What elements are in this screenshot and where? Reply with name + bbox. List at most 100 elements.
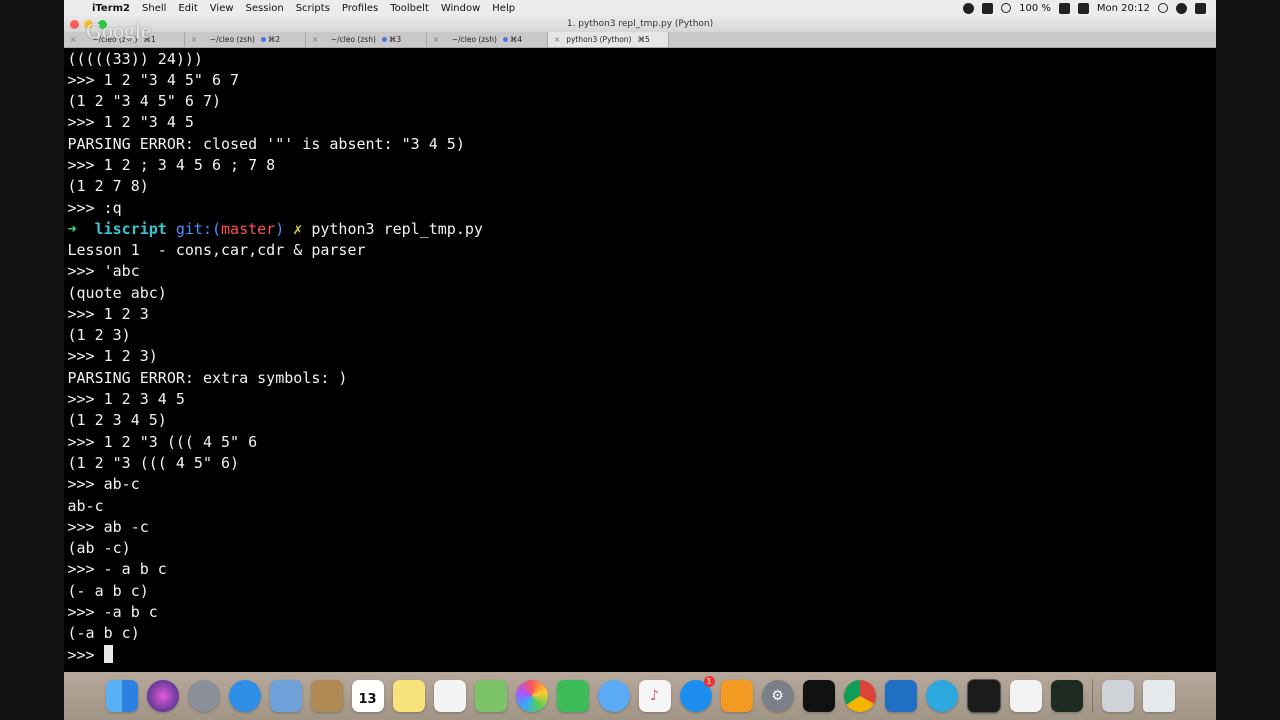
terminal-icon[interactable] — [966, 679, 1001, 713]
menu-view[interactable]: View — [204, 3, 240, 14]
activity-dot-icon — [381, 37, 387, 42]
tab-label: ~/cleo (zsh) — [209, 35, 255, 44]
terminal-line: >>> - a b c — [67, 560, 167, 578]
prompt-dirty-mark: ✗ — [293, 220, 303, 238]
telegram-status-icon[interactable] — [963, 2, 975, 14]
tab-shortcut: ⌘5 — [637, 35, 650, 44]
terminal-line: (1 2 3 4 5) — [67, 411, 167, 429]
terminal-line: >>> 1 2 "3 4 5" 6 7 — [67, 71, 240, 89]
menu-profiles[interactable]: Profiles — [336, 3, 384, 14]
menubar-clock[interactable]: Mon 20:12 — [1097, 3, 1150, 14]
intellij-icon[interactable] — [802, 680, 835, 712]
terminal-line: >>> 1 2 3) — [67, 347, 158, 365]
dock: 13 ♪ 1 ⚙ — [64, 672, 1216, 720]
tab-close-icon[interactable]: × — [554, 32, 560, 47]
terminal-line: (1 2 7 8) — [67, 177, 149, 195]
terminal-line: (- a b c) — [67, 582, 149, 600]
trash-icon[interactable] — [1142, 680, 1175, 712]
terminal-line: Lesson 1 - cons,car,cdr & parser — [67, 241, 366, 259]
battery-percentage[interactable]: 100 % — [1019, 3, 1051, 14]
terminal-line: (((((33)) 24))) — [67, 50, 203, 68]
status-area: 100 % Mon 20:12 — [963, 2, 1216, 14]
calendar-icon[interactable]: 13 — [351, 680, 384, 712]
maps-icon[interactable] — [474, 680, 507, 712]
text-cursor — [103, 645, 113, 663]
facetime-icon[interactable] — [556, 680, 589, 712]
siri-menubar-icon[interactable] — [1176, 2, 1187, 14]
terminal-line: (1 2 3) — [67, 326, 131, 344]
tab-close-icon[interactable]: × — [312, 32, 318, 47]
app-store-badge: 1 — [703, 676, 715, 687]
prompt-command: python3 repl_tmp.py — [311, 220, 483, 238]
terminal-line: >>> -a b c — [67, 603, 158, 621]
terminal-line: (-a b c) — [67, 624, 140, 642]
terminal-line: >>> 1 2 3 — [67, 305, 149, 323]
preview-icon[interactable] — [269, 680, 302, 712]
tab-shortcut: ⌘2 — [267, 35, 281, 44]
finder-icon[interactable] — [105, 680, 138, 712]
itunes-icon[interactable]: ♪ — [638, 680, 671, 712]
tab-close-icon[interactable]: × — [191, 32, 197, 47]
reminders-icon[interactable] — [433, 680, 466, 712]
activity-dot-icon — [260, 37, 266, 42]
docker-status-icon[interactable] — [982, 2, 994, 14]
system-preferences-icon[interactable]: ⚙ — [761, 680, 794, 712]
close-window-icon[interactable] — [70, 20, 79, 29]
tab-5-active[interactable]: × python3 (Python) ⌘5 — [548, 32, 669, 47]
messages-icon[interactable] — [597, 680, 630, 712]
tab-close-icon[interactable]: × — [433, 32, 439, 47]
textedit-icon[interactable] — [1009, 680, 1042, 712]
menu-shell[interactable]: Shell — [136, 3, 172, 14]
terminal-output[interactable]: (((((33)) 24))) >>> 1 2 "3 4 5" 6 7 (1 2… — [64, 48, 1216, 672]
tab-3[interactable]: × ~/cleo (zsh) ⌘3 — [306, 32, 427, 47]
menu-help[interactable]: Help — [486, 3, 521, 14]
menu-scripts[interactable]: Scripts — [290, 3, 336, 14]
tab-2[interactable]: × ~/cleo (zsh) ⌘2 — [185, 32, 306, 47]
notes-icon[interactable] — [392, 680, 425, 712]
telegram-icon[interactable] — [925, 680, 958, 712]
notification-center-icon[interactable] — [1195, 2, 1206, 14]
terminal-line: >>> ab -c — [67, 518, 149, 536]
current-prompt-line[interactable]: >>> — [68, 645, 113, 666]
battery-icon[interactable] — [1058, 2, 1070, 14]
tab-close-icon[interactable]: × — [70, 32, 76, 47]
tab-4[interactable]: × ~/cleo (zsh) ⌘4 — [427, 32, 548, 47]
calendar-day: 13 — [358, 691, 377, 707]
app-store-icon[interactable]: 1 — [679, 676, 715, 712]
siri-icon[interactable] — [146, 680, 179, 712]
activity-dot-icon — [502, 37, 508, 42]
repl-prompt: >>> — [67, 646, 104, 664]
spotlight-search-icon[interactable] — [1158, 3, 1168, 13]
terminal-line: (quote abc) — [67, 284, 167, 302]
terminal-line: >>> 1 2 "3 ((( 4 5" 6 — [67, 433, 258, 451]
tab-shortcut: ⌘4 — [509, 35, 523, 44]
tab-bar: × ~/cleo (zsh) ⌘1 × ~/cleo (zsh) ⌘2 × ~/cl… — [64, 32, 1216, 48]
terminal-line: (1 2 "3 ((( 4 5" 6) — [67, 454, 240, 472]
downloads-stack-icon[interactable] — [1101, 680, 1134, 712]
safari-icon[interactable] — [228, 680, 261, 712]
dock-separator — [1091, 679, 1093, 713]
menu-iterm2[interactable]: iTerm2 — [86, 3, 136, 14]
input-source-icon[interactable] — [1077, 2, 1089, 14]
screen-right-margin — [1216, 0, 1280, 720]
terminal-line: PARSING ERROR: closed '"' is absent: "3 … — [67, 135, 465, 153]
photos-icon[interactable] — [515, 680, 548, 712]
terminal-line: >>> 1 2 "3 4 5 — [67, 113, 194, 131]
vscode-icon[interactable] — [884, 680, 917, 712]
terminal-line: >>> 1 2 3 4 5 — [67, 390, 185, 408]
prompt-directory: liscript — [94, 220, 167, 238]
activity-monitor-icon[interactable] — [1050, 680, 1083, 712]
tab-label: python3 (Python) — [566, 35, 632, 44]
wifi-icon[interactable] — [1001, 3, 1012, 13]
ibooks-icon[interactable] — [720, 680, 753, 712]
menu-window[interactable]: Window — [435, 3, 486, 14]
menu-session[interactable]: Session — [240, 3, 290, 14]
launchpad-icon[interactable] — [187, 680, 220, 712]
tab-shortcut: ⌘3 — [388, 35, 402, 44]
chrome-icon[interactable] — [843, 680, 876, 712]
menu-bar: iTerm2 Shell Edit View Session Scripts P… — [64, 0, 1216, 17]
notes-book-icon[interactable] — [310, 680, 343, 712]
menu-toolbelt[interactable]: Toolbelt — [384, 3, 435, 14]
screen-left-margin — [0, 0, 64, 720]
menu-edit[interactable]: Edit — [172, 3, 203, 14]
